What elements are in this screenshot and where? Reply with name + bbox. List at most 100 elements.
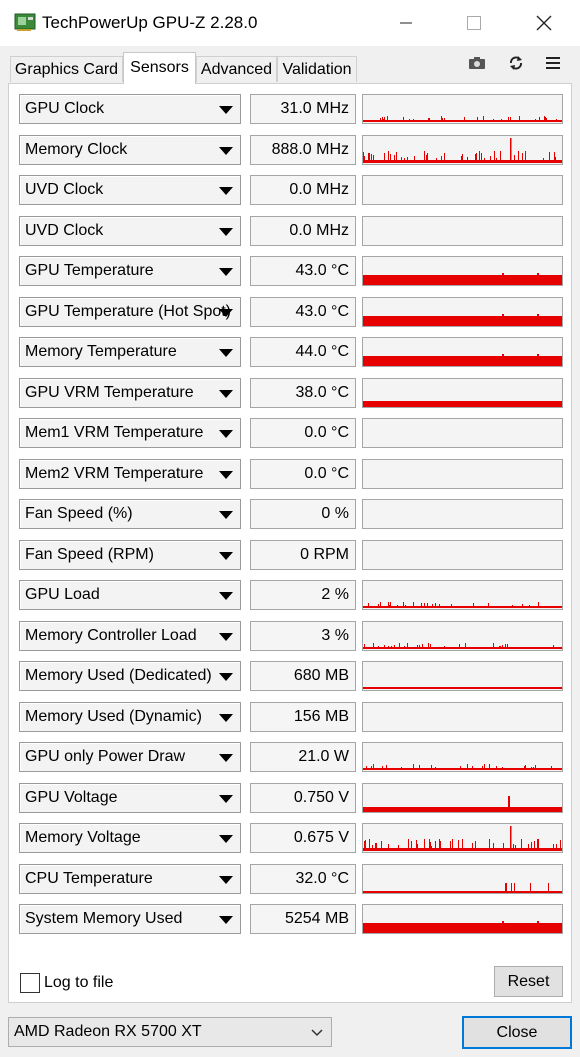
refresh-button[interactable] — [503, 50, 529, 76]
sensor-value: 0.0 MHz — [250, 175, 356, 205]
tab-graphics-card[interactable]: Graphics Card — [10, 56, 123, 82]
sensor-graph-plot — [363, 703, 562, 731]
sensor-name: Memory Controller Load — [25, 626, 197, 644]
minimize-button[interactable] — [378, 0, 434, 46]
sensor-name-dropdown[interactable]: Memory Used (Dynamic) — [19, 701, 241, 732]
tab-advanced[interactable]: Advanced — [196, 56, 277, 82]
sensor-name-dropdown[interactable]: Fan Speed (RPM) — [19, 539, 241, 570]
sensor-name-dropdown[interactable]: Fan Speed (%) — [19, 499, 241, 529]
sensor-graph-plot — [363, 137, 562, 163]
reset-button[interactable]: Reset — [494, 966, 563, 997]
sensor-name: GPU Temperature (Hot Spot) — [25, 302, 232, 320]
sensor-graph — [362, 620, 563, 651]
sensor-name-dropdown[interactable]: Memory Controller Load — [19, 620, 241, 651]
sensor-name: Memory Temperature — [25, 343, 177, 360]
sensor-value: 0.750 V — [250, 782, 356, 813]
sensor-row: GPU Temperature 43.0 °C — [19, 256, 565, 286]
sensor-graph-plot — [363, 419, 562, 447]
sensor-value: 44.0 °C — [250, 337, 356, 367]
maximize-button[interactable] — [446, 0, 502, 46]
dropdown-arrow-icon — [219, 511, 233, 519]
sensor-name: Fan Speed (RPM) — [25, 545, 154, 563]
dropdown-arrow-icon — [219, 106, 233, 114]
close-button[interactable]: Close — [462, 1016, 572, 1049]
minimize-icon — [400, 22, 412, 24]
maximize-icon — [467, 16, 481, 30]
sensor-graph — [362, 337, 563, 367]
sensor-row: Memory Used (Dynamic) 156 MB — [19, 701, 565, 732]
dropdown-arrow-icon — [219, 875, 233, 884]
sensor-value: 0 % — [250, 499, 356, 529]
sensor-name-dropdown[interactable]: Mem1 VRM Temperature — [19, 418, 241, 448]
menu-button[interactable] — [540, 50, 566, 76]
sensor-name: Memory Voltage — [25, 829, 141, 846]
sensor-graph-plot — [363, 217, 562, 245]
sensor-row: GPU Load 2 % — [19, 580, 565, 610]
log-to-file-checkbox[interactable] — [20, 973, 40, 993]
sensor-name-dropdown[interactable]: Memory Temperature — [19, 337, 241, 367]
gpu-selector[interactable]: AMD Radeon RX 5700 XT — [8, 1017, 332, 1047]
sensor-value: 3 % — [250, 620, 356, 651]
sensor-name-dropdown[interactable]: Memory Voltage — [19, 823, 241, 853]
tab-validation[interactable]: Validation — [277, 56, 357, 82]
dropdown-arrow-icon — [219, 430, 233, 438]
sensor-row: GPU Voltage 0.750 V — [19, 782, 565, 813]
sensor-row: GPU Temperature (Hot Spot) 43.0 °C — [19, 296, 565, 327]
sensor-name-dropdown[interactable]: UVD Clock — [19, 175, 241, 205]
sensor-value: 31.0 MHz — [250, 94, 356, 124]
sensor-name-dropdown[interactable]: Memory Clock — [19, 134, 241, 165]
sensor-graph — [362, 418, 563, 448]
sensor-graph-plot — [363, 354, 562, 366]
sensor-name: System Memory Used — [25, 910, 183, 927]
sensor-graph-plot — [363, 313, 562, 326]
sensor-row: Mem2 VRM Temperature 0.0 °C — [19, 458, 565, 489]
sensor-row: GPU VRM Temperature 38.0 °C — [19, 377, 565, 408]
dropdown-arrow-icon — [219, 713, 233, 722]
sensor-row: Memory Clock 888.0 MHz — [19, 134, 565, 165]
sensor-graph-plot — [363, 116, 562, 122]
sensor-graph — [362, 377, 563, 408]
sensor-value: 2 % — [250, 580, 356, 610]
sensor-row: Memory Controller Load 3 % — [19, 620, 565, 651]
sensor-graph — [362, 863, 563, 894]
dropdown-arrow-icon — [219, 308, 233, 317]
sensor-name-dropdown[interactable]: Memory Used (Dedicated) — [19, 661, 241, 691]
sensor-name-dropdown[interactable]: GPU only Power Draw — [19, 742, 241, 772]
sensor-name: GPU only Power Draw — [25, 748, 186, 765]
dropdown-arrow-icon — [219, 754, 233, 762]
sensor-value: 21.0 W — [250, 742, 356, 772]
tab-strip: Graphics Card Sensors Advanced Validatio… — [0, 46, 580, 84]
sensor-graph-plot — [363, 602, 562, 608]
sensor-value: 888.0 MHz — [250, 134, 356, 165]
sensor-row: Mem1 VRM Temperature 0.0 °C — [19, 418, 565, 448]
close-window-button[interactable] — [516, 0, 572, 46]
sensor-name-dropdown[interactable]: GPU Load — [19, 580, 241, 610]
sensor-graph-plot — [363, 882, 562, 893]
sensor-value: 156 MB — [250, 701, 356, 732]
tab-sensors[interactable]: Sensors — [123, 52, 196, 84]
reset-label: Reset — [507, 972, 550, 990]
sensor-value: 43.0 °C — [250, 296, 356, 327]
sensor-name-dropdown[interactable]: CPU Temperature — [19, 863, 241, 894]
sensor-graph — [362, 499, 563, 529]
sensor-name-dropdown[interactable]: GPU Voltage — [19, 782, 241, 813]
sensor-name-dropdown[interactable]: GPU Clock — [19, 94, 241, 124]
tab-label: Graphics Card — [14, 61, 119, 78]
sensor-graph-plot — [363, 921, 562, 933]
sensor-row: CPU Temperature 32.0 °C — [19, 863, 565, 894]
sensor-name: GPU VRM Temperature — [25, 383, 194, 401]
sensor-name-dropdown[interactable]: System Memory Used — [19, 904, 241, 934]
sensor-value: 0.675 V — [250, 823, 356, 853]
sensor-name-dropdown[interactable]: GPU VRM Temperature — [19, 377, 241, 408]
sensor-name: Mem1 VRM Temperature — [25, 424, 204, 441]
screenshot-button[interactable] — [464, 50, 490, 76]
sensor-name: UVD Clock — [25, 181, 104, 198]
sensor-graph — [362, 580, 563, 610]
sensor-name-dropdown[interactable]: GPU Temperature — [19, 256, 241, 286]
sensor-name: GPU Voltage — [25, 788, 118, 806]
gpu-selector-value: AMD Radeon RX 5700 XT — [14, 1023, 202, 1040]
sensor-name-dropdown[interactable]: Mem2 VRM Temperature — [19, 458, 241, 489]
sensor-name-dropdown[interactable]: GPU Temperature (Hot Spot) — [19, 296, 241, 327]
sensor-name-dropdown[interactable]: UVD Clock — [19, 215, 241, 246]
dropdown-arrow-icon — [219, 632, 233, 641]
